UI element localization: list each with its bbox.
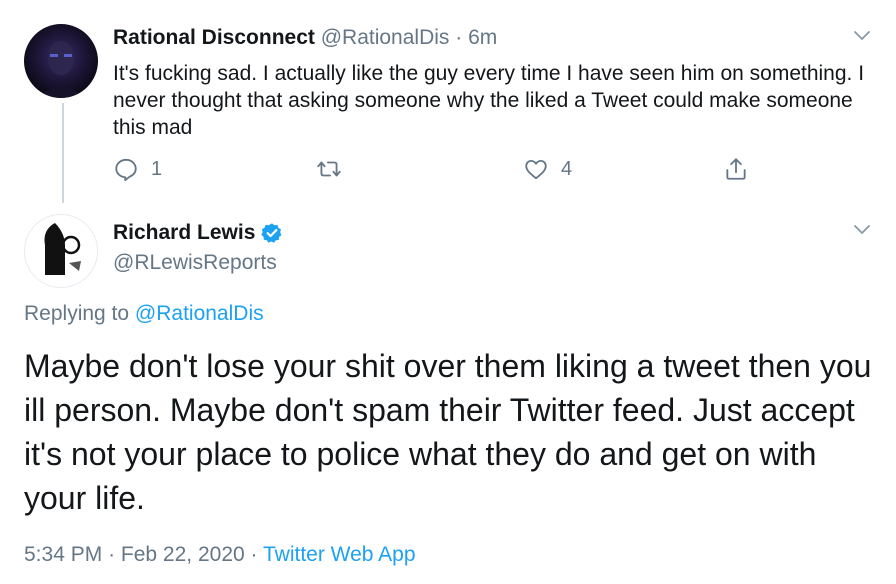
tweet-time[interactable]: 5:34 PM [24,543,102,566]
tweet-header: Rational Disconnect @RationalDis · 6m [113,26,497,50]
user-handle[interactable]: @RLewisReports [113,251,277,275]
timestamp[interactable]: 6m [468,26,497,49]
chevron-down-icon[interactable] [853,220,871,238]
replying-to: Replying to @RationalDis [24,302,264,326]
tweet-text: Maybe don't lose your shit over them lik… [24,348,872,516]
share-button[interactable] [723,152,749,186]
reply-icon [115,158,137,182]
display-name-row: Richard Lewis [113,221,283,245]
display-name[interactable]: Richard Lewis [113,221,255,245]
tweet-date[interactable]: Feb 22, 2020 [121,543,245,566]
reply-button[interactable]: 1 [113,152,162,186]
replying-prefix: Replying to [24,302,130,325]
tweet-meta: 5:34 PM · Feb 22, 2020 · Twitter Web App [24,543,416,567]
separator: · [250,543,258,566]
tweet-source-link[interactable]: Twitter Web App [263,543,416,566]
verified-badge-icon [261,223,282,243]
thread-line [62,103,64,203]
avatar-image [24,24,98,98]
avatar[interactable] [24,24,98,98]
avatar[interactable] [24,214,98,288]
separator: · [455,26,463,49]
like-button[interactable]: 4 [523,152,572,186]
avatar-image [25,215,97,287]
replying-handle-link[interactable]: @RationalDis [135,302,264,325]
heart-icon [525,159,547,180]
display-name[interactable]: Rational Disconnect [113,26,315,49]
retweet-button[interactable] [316,152,342,186]
share-icon [726,158,746,180]
chevron-down-icon[interactable] [853,26,871,44]
tweet-text: It's fucking sad. I actually like the gu… [113,62,865,139]
separator: · [108,543,116,566]
reply-count: 1 [151,157,163,180]
retweet-icon [317,161,341,177]
user-handle[interactable]: @RationalDis [321,26,450,49]
like-count: 4 [561,157,573,180]
